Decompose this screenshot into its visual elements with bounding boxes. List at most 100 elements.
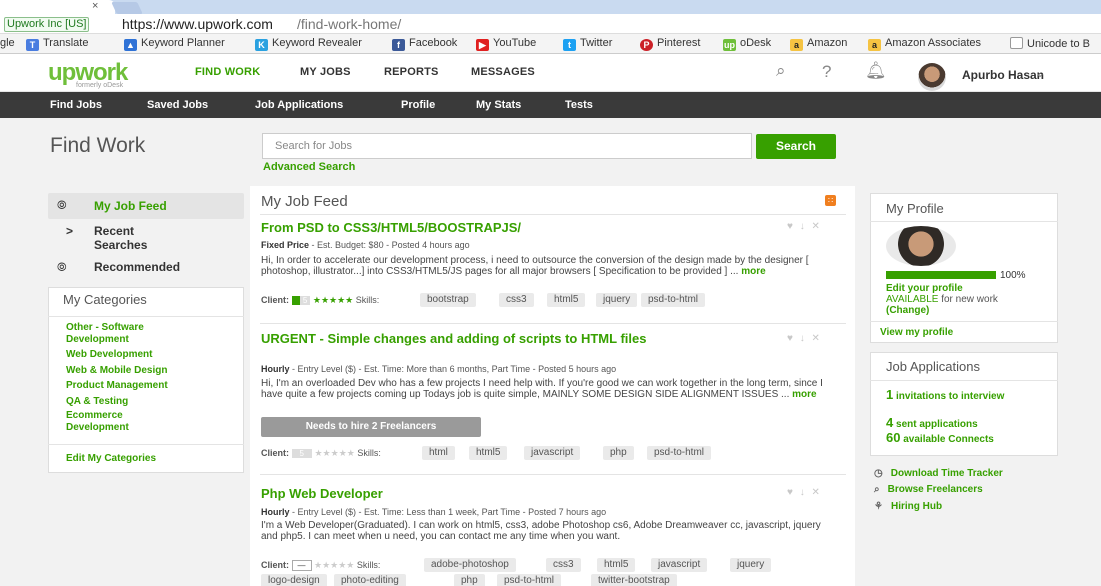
bookmark-amazon[interactable]: a Amazon [790,37,847,51]
nav-reports[interactable]: REPORTS [384,66,439,78]
job-actions[interactable]: ♥ ↓ ✕ [787,487,822,498]
avatar[interactable] [918,63,946,91]
bookmark-translate[interactable]: T Translate [26,37,88,51]
job-title[interactable]: URGENT - Simple changes and adding of sc… [261,331,741,346]
close-icon: ✕ [811,333,822,344]
bookmark-keyword-revealer[interactable]: K Keyword Revealer [255,37,362,51]
hiring-hub-link[interactable]: ⚘ Hiring Hub [874,501,942,512]
client-rating: Client: ▮ 5 ★★★★★ Skills: [261,295,380,305]
subnav-job-applications[interactable]: Job Applications [255,99,343,111]
help-icon[interactable]: ? [822,62,831,82]
job-actions[interactable]: ♥ ↓ ✕ [787,221,822,232]
search-icon[interactable]: ⌕ [776,61,786,81]
nav-my-jobs[interactable]: MY JOBS [300,66,351,78]
job-meta: Hourly - Entry Level ($) - Est. Time: Le… [261,507,607,517]
subnav-tests[interactable]: Tests [565,99,593,111]
skill-tag[interactable]: psd-to-html [647,446,712,460]
profile-progress-bar [886,271,996,279]
subnav-find-jobs[interactable]: Find Jobs [50,99,102,111]
chevron-down-icon[interactable]: ⌄ [1035,66,1045,80]
page-title: Find Work [50,134,146,157]
availability-status: AVAILABLE for new work [886,294,998,305]
skill-tag[interactable]: logo-design [261,574,327,586]
skill-tag[interactable]: html5 [547,293,586,307]
browse-freelancers-link[interactable]: ⌕ Browse Freelancers [874,484,983,495]
category-link[interactable]: QA & Testing [66,396,128,408]
advanced-search-link[interactable]: Advanced Search [263,161,355,173]
job-actions[interactable]: ♥ ↓ ✕ [787,333,822,344]
skill-tag[interactable]: css3 [546,558,581,572]
more-link[interactable]: more [741,266,765,277]
search-button[interactable]: Search [756,134,836,159]
skill-tag[interactable]: html5 [597,558,636,572]
category-link[interactable]: Web Development [66,349,153,361]
client-rating: Client: 5 ★★★★★ Skills: [261,448,381,458]
category-link[interactable]: Product Management [66,380,168,392]
more-link[interactable]: more [792,389,816,400]
bookmark-amazon-associates[interactable]: a Amazon Associates [868,37,981,51]
bookmark-unicode[interactable]: Unicode to B [1010,37,1090,50]
skill-tag[interactable]: php [603,446,634,460]
search-input[interactable]: Search for Jobs [262,133,752,159]
skill-tag[interactable]: jquery [730,558,772,572]
skill-tag[interactable]: photo-editing [334,574,406,586]
skill-tag[interactable]: html5 [469,446,508,460]
change-availability-link[interactable]: (Change) [886,305,929,316]
sidebar-label-my-job-feed[interactable]: My Job Feed [94,199,167,213]
new-tab-button[interactable] [111,2,143,14]
skill-tag[interactable]: jquery [596,293,638,307]
category-link[interactable]: Ecommerce Development [66,410,166,434]
subnav-my-stats[interactable]: My Stats [476,99,521,111]
skill-tag[interactable]: javascript [651,558,708,572]
bookmark-odesk[interactable]: up oDesk [723,37,771,51]
like-icon: ♥ [787,221,795,232]
amazon-icon: a [868,39,881,51]
skill-tag[interactable]: html [422,446,455,460]
skill-tag[interactable]: psd-to-html [497,574,562,586]
subnav-saved-jobs[interactable]: Saved Jobs [147,99,208,111]
amazon-icon: a [790,39,803,51]
divider [260,214,846,215]
sidebar-item-recommended[interactable]: Recommended [94,260,180,274]
category-link[interactable]: Web & Mobile Design [66,365,168,377]
job-title[interactable]: Php Web Developer [261,486,383,501]
sidebar-item-recent-searches[interactable]: Recent Searches [94,224,184,252]
feed-title: My Job Feed [261,193,348,210]
download-time-tracker-link[interactable]: ◷ Download Time Tracker [874,468,1003,479]
sent-applications-link[interactable]: 4 sent applications [886,415,978,430]
connects-link[interactable]: 60 available Connects [886,430,994,445]
profile-photo[interactable] [886,226,956,266]
invitations-link[interactable]: 1 invitations to interview [886,388,1036,403]
skill-tag[interactable]: javascript [524,446,581,460]
url-path[interactable]: /find-work-home/ [297,16,401,32]
subnav-profile[interactable]: Profile [401,99,435,111]
skill-tag[interactable]: adobe-photoshop [424,558,516,572]
nav-messages[interactable]: MESSAGES [471,66,535,78]
bookmark-google[interactable]: gle [0,37,15,49]
url-host[interactable]: https://www.upwork.com [122,16,273,32]
bell-icon[interactable]: 🔔︎ [865,61,887,81]
bookmark-twitter[interactable]: t Twitter [563,37,612,51]
twitter-icon: t [563,39,576,51]
skill-tag[interactable]: psd-to-html [641,293,706,307]
hire-count-badge: Needs to hire 2 Freelancers [261,417,481,437]
edit-categories-link[interactable]: Edit My Categories [66,453,156,465]
category-link[interactable]: Other - Software Development [66,322,206,346]
view-profile-link[interactable]: View my profile [880,327,953,338]
tab-close-icon[interactable]: × [92,0,98,12]
skill-tag[interactable]: twitter-bootstrap [591,574,677,586]
rss-icon[interactable]: ∷ [825,195,836,206]
job-title[interactable]: From PSD to CSS3/HTML5/BOOSTRAPJS/ [261,220,521,235]
secure-badge[interactable]: Upwork Inc [US] [4,17,90,32]
recommended-icon: ⦾ [57,260,67,274]
bookmark-facebook[interactable]: f Facebook [392,37,457,51]
nav-find-work[interactable]: FIND WORK [195,66,260,78]
bookmark-youtube[interactable]: ▶ YouTube [476,37,536,51]
bookmark-keyword-planner[interactable]: ▲ Keyword Planner [124,37,225,51]
skill-tag[interactable]: bootstrap [420,293,476,307]
skill-tag[interactable]: css3 [499,293,534,307]
skill-tag[interactable]: php [454,574,485,586]
bookmark-pinterest[interactable]: P Pinterest [640,37,700,51]
user-name[interactable]: Apurbo Hasan [962,68,1044,82]
edit-profile-link[interactable]: Edit your profile [886,283,963,294]
